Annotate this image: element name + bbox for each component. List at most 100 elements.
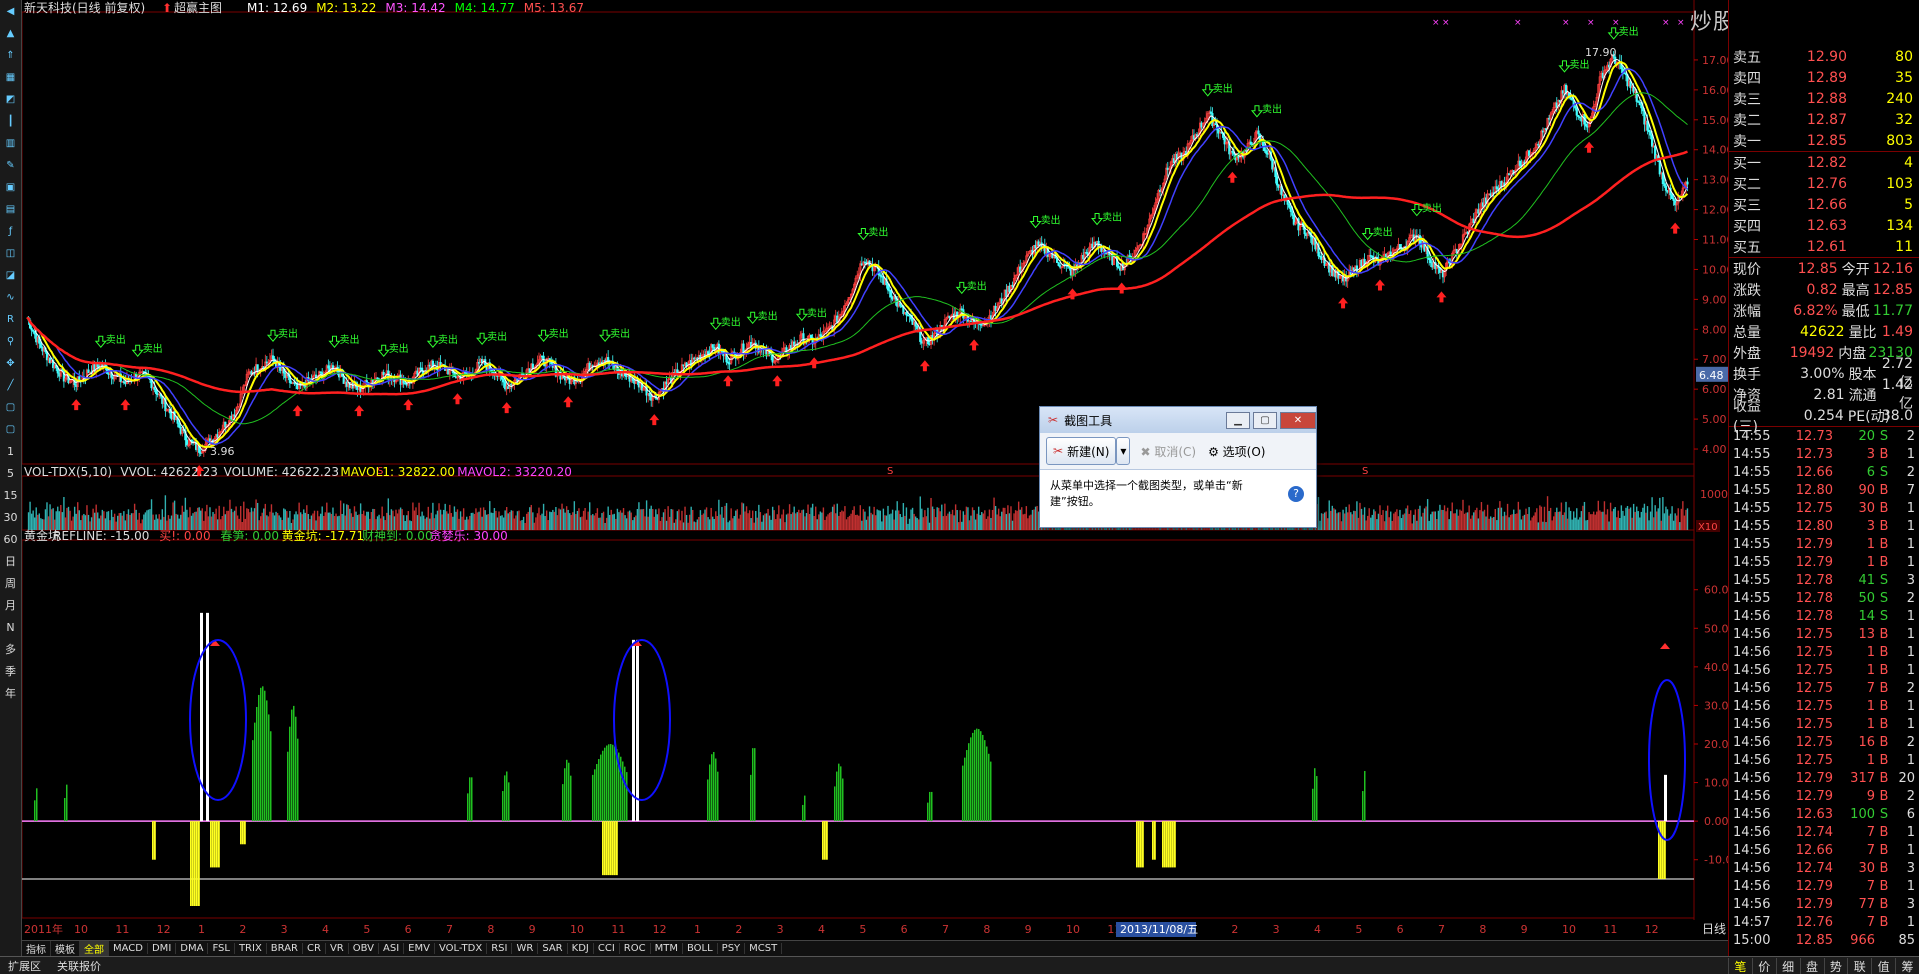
tab-CCI[interactable]: CCI xyxy=(594,943,620,954)
wave-icon[interactable]: ∿ xyxy=(0,286,21,308)
period-2[interactable]: 15 xyxy=(0,484,21,506)
kline-icon[interactable]: ┃ xyxy=(0,110,21,132)
volume-bar xyxy=(724,505,726,530)
maximize-button[interactable]: ▢ xyxy=(1253,411,1277,429)
rsi-icon[interactable]: R xyxy=(0,308,21,330)
bar-icon[interactable]: ▥ xyxy=(0,132,21,154)
help-icon[interactable]: ? xyxy=(1288,486,1304,502)
new-button[interactable]: ✂ 新建(N) xyxy=(1046,437,1117,465)
tab-全部[interactable]: 全部 xyxy=(80,941,109,956)
new-dropdown-button[interactable]: ▾ xyxy=(1116,437,1131,465)
tab-FSL[interactable]: FSL xyxy=(208,943,235,954)
pen-icon[interactable]: ✎ xyxy=(0,154,21,176)
period-8[interactable]: N xyxy=(0,616,21,638)
volume-bar xyxy=(1419,505,1421,530)
forward-icon[interactable]: ▲ xyxy=(0,22,21,44)
search-icon[interactable]: ⚲ xyxy=(0,330,21,352)
status-ext[interactable]: 扩展区 xyxy=(0,958,49,974)
quote-tab-7[interactable]: 筹 xyxy=(1895,958,1919,974)
tab-SAR[interactable]: SAR xyxy=(538,943,568,954)
quote-tab-0[interactable]: 笔 xyxy=(1728,958,1752,974)
volume-bar xyxy=(956,510,958,530)
fx-icon[interactable]: ƒ xyxy=(0,220,21,242)
volume-bar xyxy=(685,514,688,530)
volume-bar xyxy=(695,522,697,530)
chart-icon[interactable]: ◩ xyxy=(0,88,21,110)
tick-price: 12.78 xyxy=(1795,590,1833,606)
minimize-button[interactable]: ▁ xyxy=(1226,411,1250,429)
tool-icon[interactable]: ▤ xyxy=(0,198,21,220)
sell-label: 卖出 xyxy=(610,327,630,340)
volume-bar xyxy=(1509,514,1512,530)
draw-icon[interactable]: ╱ xyxy=(0,374,21,396)
back-icon[interactable]: ◀ xyxy=(0,0,21,22)
tab-PSY[interactable]: PSY xyxy=(718,943,746,954)
quote-tab-3[interactable]: 盘 xyxy=(1799,958,1824,974)
tab-CR[interactable]: CR xyxy=(303,943,326,954)
grid-icon[interactable]: ▦ xyxy=(0,66,21,88)
tab-KDJ[interactable]: KDJ xyxy=(568,943,594,954)
volume-bar xyxy=(878,510,880,530)
period-9[interactable]: 多 xyxy=(0,638,21,660)
tab-模板[interactable]: 模板 xyxy=(51,941,80,956)
quote-tab-4[interactable]: 势 xyxy=(1823,958,1848,974)
volume-bar xyxy=(236,515,239,530)
period-5[interactable]: 日 xyxy=(0,550,21,572)
tab-TRIX[interactable]: TRIX xyxy=(235,943,267,954)
tab-BRAR[interactable]: BRAR xyxy=(267,943,303,954)
scale-icon[interactable]: ◪ xyxy=(0,264,21,286)
period-0[interactable]: 1 xyxy=(0,440,21,462)
status-linked[interactable]: 关联报价 xyxy=(49,958,109,974)
volume-bar xyxy=(745,506,748,530)
tab-WR[interactable]: WR xyxy=(512,943,539,954)
tab-VOL-TDX[interactable]: VOL-TDX xyxy=(435,943,488,954)
period-10[interactable]: 季 xyxy=(0,660,21,682)
f10-icon[interactable]: ▣ xyxy=(0,176,21,198)
period-11[interactable]: 年 xyxy=(0,682,21,704)
quote-tab-6[interactable]: 值 xyxy=(1871,958,1895,974)
tab-OBV[interactable]: OBV xyxy=(349,943,379,954)
tab-RSI[interactable]: RSI xyxy=(487,943,513,954)
fs-icon[interactable]: ▢ xyxy=(0,396,21,418)
tick-count: 20 xyxy=(1898,770,1915,786)
tab-MACD[interactable]: MACD xyxy=(109,943,148,954)
tab-DMA[interactable]: DMA xyxy=(176,943,209,954)
volume-bar xyxy=(570,514,572,530)
volume-bar xyxy=(805,513,808,530)
period-6[interactable]: 周 xyxy=(0,572,21,594)
options-button[interactable]: ⚙ 选项(O) xyxy=(1208,443,1265,460)
period-4[interactable]: 60 xyxy=(0,528,21,550)
chart-area[interactable]: 卖出卖出卖出卖出卖出卖出 卖出 卖出 卖出卖出卖出 卖出卖出卖出卖出 卖出卖出卖出卖出卖出… xyxy=(22,0,1728,940)
volume-bar xyxy=(172,502,174,530)
tick-row: 14:56 12.74 30 B 3 xyxy=(1729,859,1919,877)
period-1[interactable]: 5 xyxy=(0,462,21,484)
tab-ASI[interactable]: ASI xyxy=(379,943,405,954)
tab-DMI[interactable]: DMI xyxy=(148,943,177,954)
tab-BOLL[interactable]: BOLL xyxy=(683,943,718,954)
volume-bar xyxy=(636,508,639,530)
move-icon[interactable]: ✥ xyxy=(0,352,21,374)
tab-ROC[interactable]: ROC xyxy=(620,943,651,954)
period-7[interactable]: 月 xyxy=(0,594,21,616)
ma-legend-item: M1: 12.69 xyxy=(247,1,307,15)
f-icon[interactable]: ▢ xyxy=(0,418,21,440)
ask-row-label: 卖三 xyxy=(1733,91,1761,108)
tab-MTM[interactable]: MTM xyxy=(651,943,683,954)
tab-指标[interactable]: 指标 xyxy=(22,941,51,956)
up-icon[interactable]: ⇑ xyxy=(0,44,21,66)
cancel-button[interactable]: ✖ 取消(C) xyxy=(1140,443,1196,460)
volume-bar xyxy=(46,502,48,530)
volume-bar xyxy=(678,509,680,530)
tab-VR[interactable]: VR xyxy=(326,943,349,954)
quote-tab-1[interactable]: 价 xyxy=(1751,958,1776,974)
tab-EMV[interactable]: EMV xyxy=(404,943,435,954)
period-3[interactable]: 30 xyxy=(0,506,21,528)
quote-tab-5[interactable]: 联 xyxy=(1847,958,1871,974)
tab-MCST[interactable]: MCST xyxy=(745,943,783,954)
tick-list[interactable]: 14:55 12.73 20 S 2 14:55 12.73 3 B 1 14:55 12.66 6 S 2… xyxy=(1729,427,1919,949)
quote-tab-2[interactable]: 细 xyxy=(1775,958,1800,974)
volume-bar xyxy=(521,520,523,530)
volume-bar xyxy=(1031,509,1034,530)
window-icon[interactable]: ◫ xyxy=(0,242,21,264)
close-button[interactable]: ✕ xyxy=(1280,411,1316,429)
